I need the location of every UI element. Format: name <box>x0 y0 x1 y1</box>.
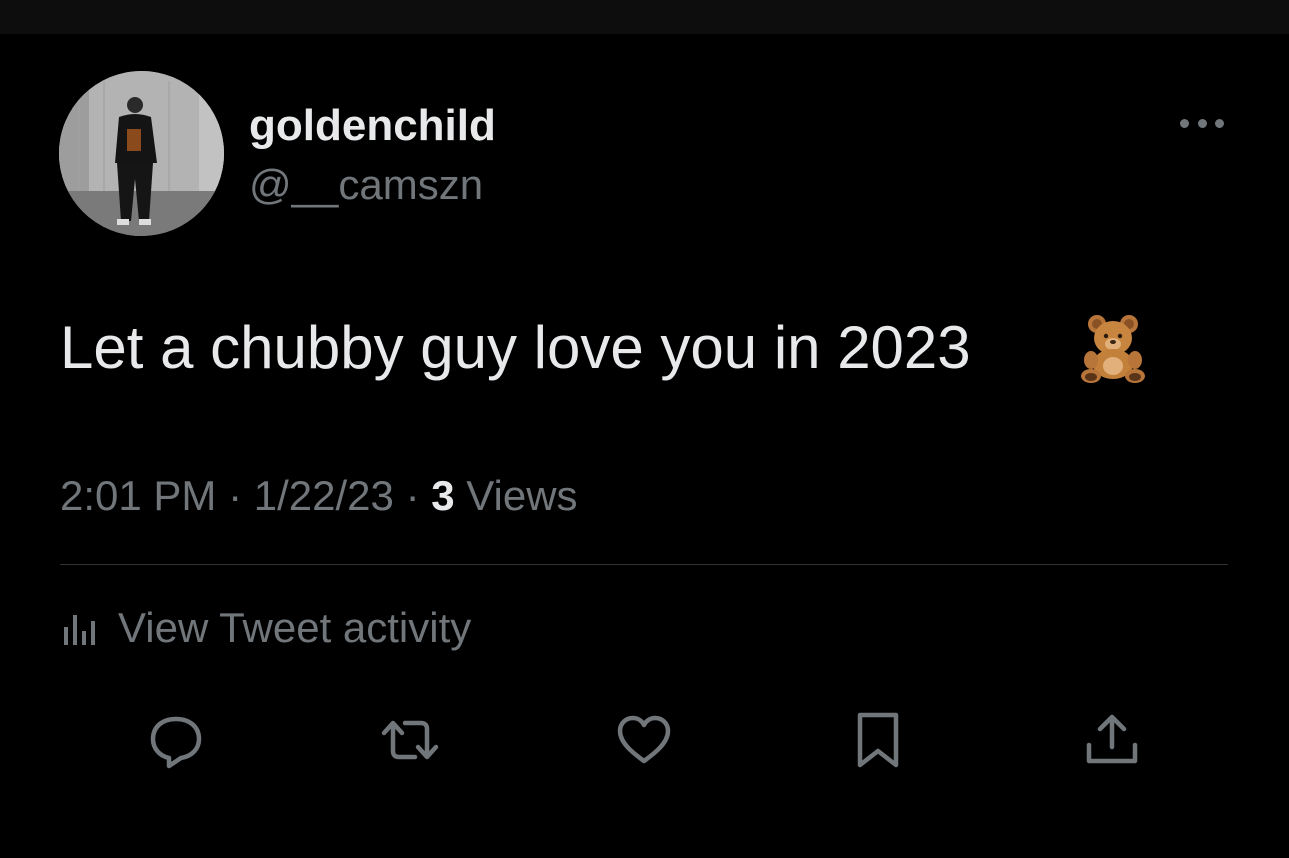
activity-label: View Tweet activity <box>118 604 472 651</box>
like-icon <box>617 715 671 764</box>
share-icon <box>1086 714 1138 764</box>
bookmark-icon <box>857 712 899 768</box>
reply-button[interactable] <box>144 708 208 772</box>
tweet-metadata: 2:01 PM · 1/22/23 · 3 Views <box>60 470 578 522</box>
top-status-bar <box>0 0 1289 34</box>
views-label: Views <box>466 472 578 519</box>
views-count: 3 <box>431 472 455 519</box>
more-dot <box>1215 118 1224 128</box>
tweet-time[interactable]: 2:01 PM <box>60 472 216 519</box>
display-name[interactable]: goldenchild <box>249 100 496 152</box>
separator-dot: · <box>405 472 420 519</box>
bookmark-button[interactable] <box>846 708 910 772</box>
retweet-button[interactable] <box>378 708 442 772</box>
tweet-text: Let a chubby guy love you in 2023 <box>60 314 971 381</box>
more-dot <box>1197 118 1207 128</box>
teddy-bear-emoji <box>1081 315 1145 383</box>
view-tweet-activity-link[interactable]: View Tweet activity <box>60 600 471 656</box>
reply-icon <box>150 716 202 769</box>
share-button[interactable] <box>1080 708 1144 772</box>
retweet-icon <box>381 720 439 760</box>
avatar[interactable] <box>59 71 224 236</box>
more-dot <box>1180 118 1189 128</box>
analytics-icon <box>64 615 95 645</box>
tweet-date[interactable]: 1/22/23 <box>254 472 394 519</box>
user-handle[interactable]: @__camszn <box>249 160 483 210</box>
avatar-photo <box>59 71 224 236</box>
divider <box>60 564 1228 565</box>
like-button[interactable] <box>612 708 676 772</box>
separator-dot: · <box>228 472 243 519</box>
more-options-icon[interactable] <box>1180 112 1224 134</box>
